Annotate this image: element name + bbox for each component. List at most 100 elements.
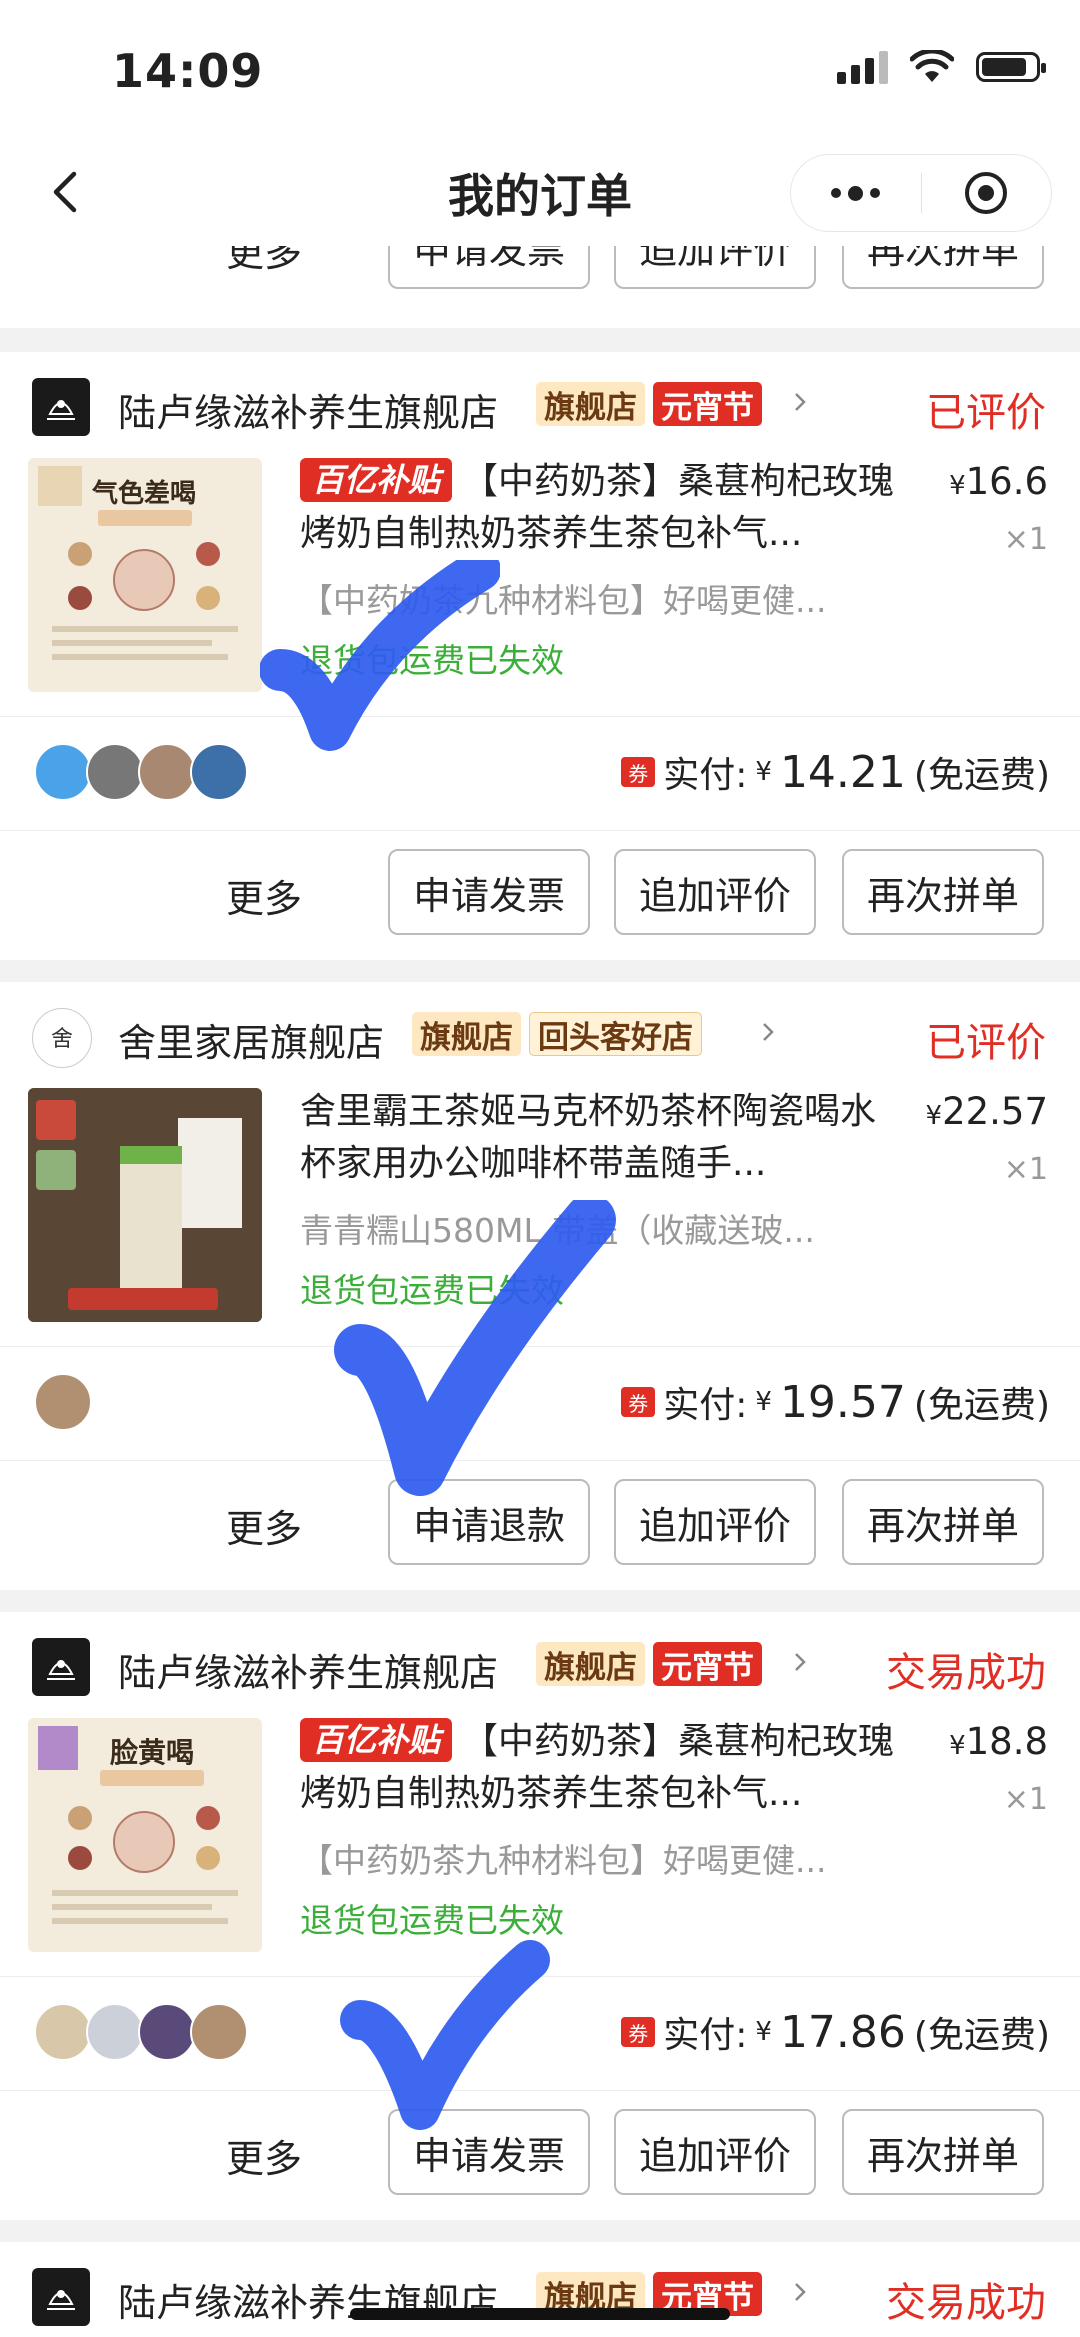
order-status: 交易成功	[886, 1650, 1046, 1696]
shop-name: 舍里家居旗舰店	[118, 1021, 385, 1065]
price-currency: ¥	[925, 1101, 943, 1131]
product-thumbnail[interactable]	[28, 1088, 262, 1322]
reorder-button[interactable]: 再次拼单	[842, 246, 1044, 289]
paid-currency: ¥	[755, 1387, 772, 1417]
more-button[interactable]: 更多	[226, 2128, 302, 2183]
order-card-partial: 更多 申请发票 追加评价 再次拼单	[0, 246, 1080, 328]
chevron-right-icon	[795, 2283, 806, 2301]
paid-amount: 14.21	[779, 746, 906, 798]
avatar	[86, 2003, 144, 2061]
close-miniprogram-button[interactable]	[922, 155, 1052, 231]
product-image	[28, 1088, 262, 1322]
chevron-right-icon	[795, 1653, 806, 1671]
product-quantity: ×1	[1003, 1782, 1048, 1817]
shop-name: 陆卢缘滋补养生旗舰店	[118, 391, 499, 435]
reorder-button[interactable]: 再次拼单	[842, 1479, 1044, 1565]
status-icons	[837, 50, 1046, 84]
more-button[interactable]: 更多	[226, 868, 302, 923]
product-thumbnail[interactable]: 气色差喝	[28, 458, 262, 692]
promo-badge: 百亿补贴	[300, 1718, 453, 1762]
flagship-tag: 旗舰店	[412, 1012, 521, 1056]
product-thumbnail[interactable]: 脸黄喝	[28, 1718, 262, 1952]
shop-header[interactable]: 舍 舍里家居旗舰店 旗舰店 回头客好店 已评价	[0, 982, 1080, 1082]
order-card[interactable]: 舍 舍里家居旗舰店 旗舰店 回头客好店 已评价 舍里霸王茶姬马克杯奶茶杯陶瓷喝水…	[0, 982, 1080, 1590]
shop-logo	[32, 2268, 90, 2326]
product-quantity: ×1	[1003, 522, 1048, 557]
product-spec: 青青糯山580ML 带盖（收藏送玻...	[300, 1211, 815, 1250]
order-status: 已评价	[926, 390, 1046, 436]
svg-text:舍: 舍	[51, 1027, 73, 1052]
shipping-note: 退货包运费已失效	[300, 641, 564, 680]
festival-tag: 元宵节	[653, 1642, 762, 1686]
mini-program-capsule	[790, 154, 1052, 232]
avatar	[190, 2003, 248, 2061]
order-card[interactable]: 陆卢缘滋补养生旗舰店 旗舰店 元宵节 交易成功 脸黄喝 百亿补贴 【中药奶茶】桑葚…	[0, 1612, 1080, 2220]
product-spec: 【中药奶茶九种材料包】好喝更健...	[300, 581, 827, 620]
cellular-signal-icon	[837, 50, 888, 84]
paid-label: 实付:	[663, 2015, 748, 2056]
shipping-note: 退货包运费已失效	[300, 1271, 564, 1310]
paid-summary: 券 实付: ¥19.57 (免运费)	[621, 1376, 1050, 1428]
order-card[interactable]: 陆卢缘滋补养生旗舰店 旗舰店 元宵节 已评价 气色差喝 百亿补贴 【中药奶茶】桑葚…	[0, 352, 1080, 960]
group-avatars	[34, 1373, 92, 1431]
shipping-note: 退货包运费已失效	[300, 1901, 564, 1940]
more-menu-button[interactable]	[791, 155, 921, 231]
shop-logo: 舍	[32, 1008, 92, 1068]
paid-currency: ¥	[755, 2017, 772, 2047]
more-button[interactable]: 更多	[226, 246, 302, 277]
wifi-icon	[910, 50, 954, 82]
avatar	[138, 743, 196, 801]
group-avatars	[34, 743, 248, 801]
invoice-button[interactable]: 申请发票	[388, 246, 590, 289]
product-title[interactable]: 百亿补贴 【中药奶茶】桑葚枸杞玫瑰烤奶自制热奶茶养生茶包补气...	[300, 456, 900, 560]
shop-logo	[32, 1638, 90, 1696]
reorder-button[interactable]: 再次拼单	[842, 849, 1044, 935]
thumb-text: 气色差喝	[91, 478, 196, 509]
add-review-button[interactable]: 追加评价	[614, 1479, 816, 1565]
more-button[interactable]: 更多	[226, 1498, 302, 1553]
festival-tag: 元宵节	[653, 382, 762, 426]
product-title-text: 舍里霸王茶姬马克杯奶茶杯陶瓷喝水杯家用办公咖啡杯带盖随手...	[300, 1091, 877, 1184]
product-price: ¥16.6	[949, 460, 1048, 503]
flagship-tag: 旗舰店	[536, 1642, 645, 1686]
shop-tags: 旗舰店 元宵节	[536, 1642, 762, 1686]
product-title[interactable]: 舍里霸王茶姬马克杯奶茶杯陶瓷喝水杯家用办公咖啡杯带盖随手...	[300, 1086, 900, 1190]
add-review-button[interactable]: 追加评价	[614, 849, 816, 935]
returning-customer-tag: 回头客好店	[529, 1012, 702, 1056]
price-value: 22.57	[942, 1090, 1048, 1133]
chevron-right-icon	[795, 393, 806, 411]
order-actions: 更多 申请发票 追加评价 再次拼单	[0, 830, 1080, 954]
shop-logo	[32, 378, 90, 436]
order-actions: 更多 申请发票 追加评价 再次拼单	[0, 2090, 1080, 2214]
product-quantity: ×1	[1003, 1152, 1048, 1187]
divider	[0, 1976, 1080, 1977]
shop-tags: 旗舰店 元宵节	[536, 382, 762, 426]
price-currency: ¥	[949, 1731, 966, 1761]
product-image: 气色差喝	[38, 466, 238, 660]
coupon-icon: 券	[621, 2017, 656, 2047]
add-review-button[interactable]: 追加评价	[614, 2109, 816, 2195]
shop-header[interactable]: 陆卢缘滋补养生旗舰店 旗舰店 元宵节 已评价	[0, 352, 1080, 452]
price-value: 18.8	[965, 1720, 1048, 1763]
invoice-button[interactable]: 申请发票	[388, 2109, 590, 2195]
add-review-button[interactable]: 追加评价	[614, 246, 816, 289]
avatar	[34, 743, 92, 801]
refund-button[interactable]: 申请退款	[388, 1479, 590, 1565]
group-avatars	[34, 2003, 248, 2061]
price-value: 16.6	[965, 460, 1048, 503]
shop-header[interactable]: 陆卢缘滋补养生旗舰店 旗舰店 元宵节 交易成功	[0, 2242, 1080, 2337]
paid-summary: 券 实付: ¥17.86 (免运费)	[621, 2006, 1050, 2058]
thumb-text: 脸黄喝	[110, 1736, 194, 1769]
reorder-button[interactable]: 再次拼单	[842, 2109, 1044, 2195]
product-price: ¥18.8	[949, 1720, 1048, 1763]
order-status: 已评价	[926, 1020, 1046, 1066]
shop-header[interactable]: 陆卢缘滋补养生旗舰店 旗舰店 元宵节 交易成功	[0, 1612, 1080, 1712]
order-actions: 更多 申请退款 追加评价 再次拼单	[0, 1460, 1080, 1584]
paid-note: (免运费)	[913, 1385, 1050, 1426]
chevron-right-icon	[763, 1023, 774, 1041]
invoice-button[interactable]: 申请发票	[388, 849, 590, 935]
shop-tags: 旗舰店 回头客好店	[412, 1012, 702, 1056]
paid-summary: 券 实付: ¥14.21 (免运费)	[621, 746, 1050, 798]
product-title[interactable]: 百亿补贴 【中药奶茶】桑葚枸杞玫瑰烤奶自制热奶茶养生茶包补气...	[300, 1716, 900, 1820]
order-card[interactable]: 陆卢缘滋补养生旗舰店 旗舰店 元宵节 交易成功	[0, 2242, 1080, 2337]
